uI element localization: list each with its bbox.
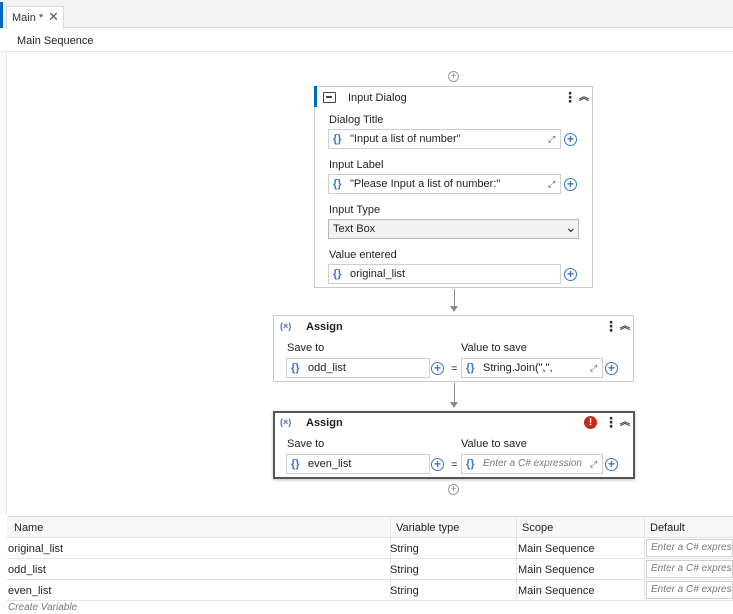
input-dialog-icon [323,92,336,103]
table-row[interactable]: original_list String Main Sequence Enter… [7,538,733,558]
more-options-icon[interactable]: ⋮ [604,415,618,429]
expression-icon: {} [466,458,475,470]
tab-label: Main * [12,12,44,24]
variables-panel: Name Variable type Scope Default origina… [7,516,733,614]
variable-scope[interactable]: Main Sequence [518,543,594,555]
tab-bar [0,0,733,28]
save-to-value: odd_list [308,362,346,374]
add-activity-top-icon[interactable]: + [448,71,459,82]
add-activity-bottom-icon[interactable]: + [448,484,459,495]
value-entered-field[interactable]: {} original_list [328,264,561,284]
connector-line [454,383,455,402]
variable-name[interactable]: even_list [8,585,51,597]
table-header [7,517,733,537]
dialog-title-plus-icon[interactable]: + [564,133,577,146]
default-field[interactable]: Enter a C# expression [646,581,733,599]
breadcrumb-bar: Main Sequence [0,29,733,52]
save-to-label: Save to [287,342,325,354]
collapse-icon[interactable]: ︽ [620,322,630,332]
connector-arrow-icon [450,306,458,312]
table-row[interactable]: odd_list String Main Sequence Enter a C#… [7,559,733,579]
default-field[interactable]: Enter a C# expression [646,560,733,578]
expression-icon: {} [291,458,300,470]
input-label-plus-icon[interactable]: + [564,178,577,191]
value-to-save-placeholder: Enter a C# expression [483,458,582,469]
save-to-field[interactable]: {} even_list [286,454,430,474]
save-to-field[interactable]: {} odd_list [286,358,430,378]
tab-accent [0,2,3,28]
variable-scope[interactable]: Main Sequence [518,585,594,597]
input-type-value: Text Box [333,223,376,235]
error-icon[interactable]: ! [584,416,597,429]
expression-icon: {} [291,362,300,374]
value-to-save-label: Value to save [461,342,527,354]
header-variable-type[interactable]: Variable type [396,522,459,534]
value-to-save-value: String.Join(",", [483,362,553,374]
expand-editor-icon[interactable]: ⤢ [590,363,597,374]
variable-scope[interactable]: Main Sequence [518,564,594,576]
variable-name[interactable]: odd_list [8,564,46,576]
save-to-label: Save to [287,438,325,450]
equals-sign: = [451,459,458,471]
more-options-icon[interactable]: ⋮ [604,319,618,333]
input-label-field[interactable]: {} "Please Input a list of number:" ⤢ [328,174,561,194]
save-to-plus-icon[interactable]: + [431,362,444,375]
expression-icon: {} [333,133,342,145]
header-name[interactable]: Name [14,522,43,534]
input-type-select[interactable]: Text Box ⌄ [328,219,579,239]
value-to-save-field[interactable]: {} String.Join(",", ⤢ [461,358,603,378]
expand-editor-icon[interactable]: ⤢ [548,179,555,190]
header-default[interactable]: Default [650,522,685,534]
selection-accent [314,86,317,107]
equals-sign: = [451,363,458,375]
collapse-icon[interactable]: ︽ [579,93,589,103]
default-field[interactable]: Enter a C# expression [646,539,733,557]
save-to-plus-icon[interactable]: + [431,458,444,471]
chevron-down-icon: ⌄ [565,219,577,235]
connector-line [454,289,455,306]
variable-type[interactable]: String [390,564,419,576]
value-to-save-plus-icon[interactable]: + [605,362,618,375]
value-entered-label: Value entered [329,249,397,261]
expression-icon: {} [333,178,342,190]
connector-arrow-icon [450,402,458,408]
header-scope[interactable]: Scope [522,522,553,534]
input-label-label: Input Label [329,159,384,171]
tab-main[interactable]: Main * ✕ [6,6,64,29]
left-rail [0,52,7,514]
variable-type[interactable]: String [390,543,419,555]
value-to-save-label: Value to save [461,438,527,450]
variable-type[interactable]: String [390,585,419,597]
activity-title: Assign [306,321,343,333]
create-variable-link[interactable]: Create Variable [8,602,77,613]
collapse-icon[interactable]: ︽ [620,418,630,428]
expression-icon: {} [333,268,342,280]
expand-editor-icon[interactable]: ⤢ [548,134,555,145]
input-dialog-activity[interactable]: Input Dialog ⋮ ︽ Dialog Title {} "Input … [314,86,593,288]
value-to-save-field[interactable]: {} Enter a C# expression ⤢ [461,454,603,474]
assign-activity-1[interactable]: (×) Assign ⋮ ︽ Save to {} odd_list + = V… [273,315,634,382]
table-row[interactable]: even_list String Main Sequence Enter a C… [7,580,733,600]
save-to-value: even_list [308,458,352,470]
activity-title: Assign [306,417,343,429]
dialog-title-value: "Input a list of number" [350,133,461,145]
row-divider [7,600,733,601]
input-type-label: Input Type [329,204,381,216]
close-icon[interactable]: ✕ [48,10,59,24]
expand-editor-icon[interactable]: ⤢ [590,459,597,470]
expression-icon: {} [466,362,475,374]
variable-name[interactable]: original_list [8,543,63,555]
breadcrumb[interactable]: Main Sequence [17,35,93,47]
value-entered-plus-icon[interactable]: + [564,268,577,281]
dialog-title-field[interactable]: {} "Input a list of number" ⤢ [328,129,561,149]
value-to-save-plus-icon[interactable]: + [605,458,618,471]
more-options-icon[interactable]: ⋮ [563,90,577,104]
activity-title: Input Dialog [348,92,407,104]
value-entered-value: original_list [350,268,406,280]
assign-activity-2[interactable]: (×) Assign ! ⋮ ︽ Save to {} even_list + … [273,411,635,479]
dialog-title-label: Dialog Title [329,114,384,126]
assign-icon: (×) [280,321,292,331]
input-label-value: "Please Input a list of number:" [350,178,501,190]
assign-icon: (×) [280,417,292,427]
